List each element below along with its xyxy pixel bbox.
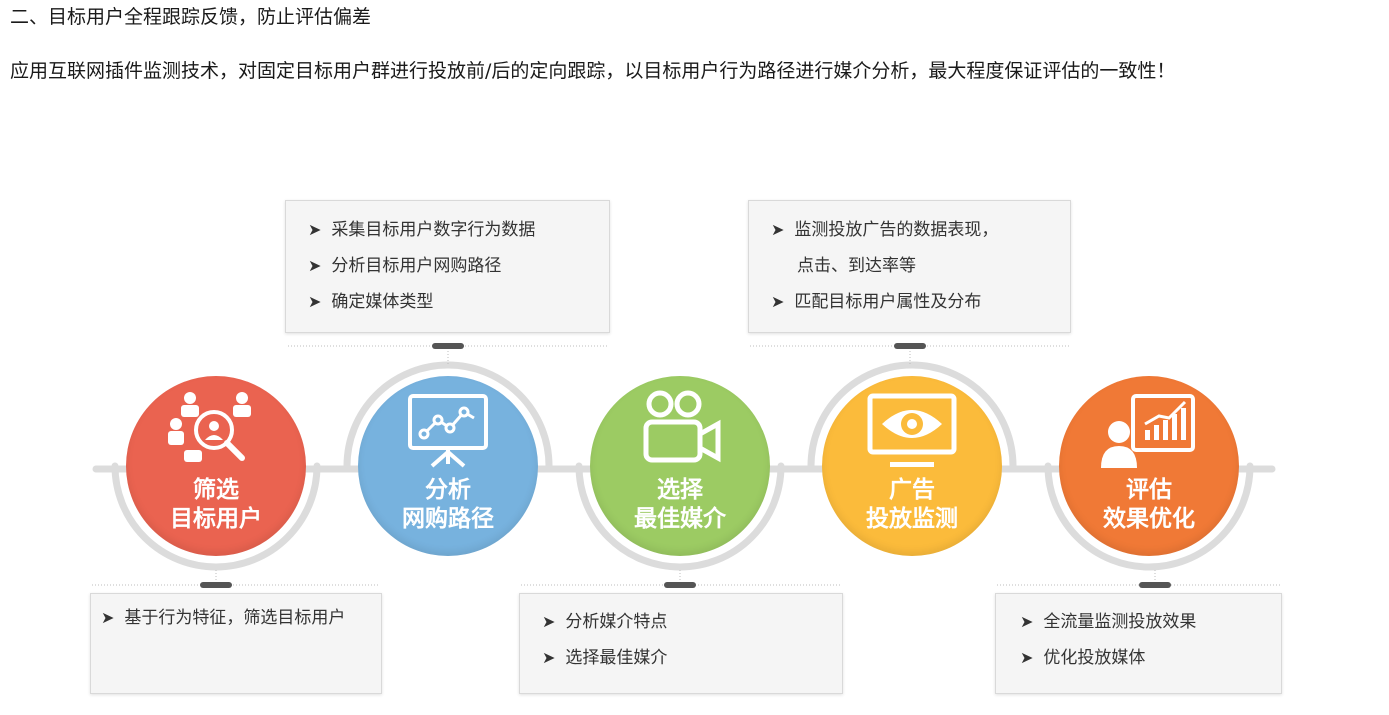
- arrow-icon: ➤: [542, 612, 556, 631]
- arrow-icon: ➤: [101, 608, 115, 627]
- info-box-filter-users: ➤ 基于行为特征，筛选目标用户: [90, 593, 382, 694]
- step-subtitle: 网购路径: [402, 505, 494, 532]
- list-item: ➤ 分析媒介特点: [542, 612, 668, 632]
- step-subtitle: 效果优化: [1103, 505, 1195, 532]
- step-subtitle: 目标用户: [170, 505, 262, 532]
- info-box-ad-monitoring: ➤ 监测投放广告的数据表现， 点击、到达率等 ➤ 匹配目标用户属性及分布: [748, 200, 1071, 333]
- step-subtitle: 投放监测: [866, 505, 958, 532]
- arrow-icon: ➤: [308, 220, 322, 239]
- list-item: ➤ 监测投放广告的数据表现，: [771, 220, 999, 240]
- step-analyze-path: 分析 网购路径: [358, 376, 538, 556]
- users-search-icon: [168, 392, 251, 462]
- person-bar-chart-icon: [1101, 394, 1195, 468]
- arrow-icon: ➤: [771, 220, 785, 239]
- step-evaluate-optimize: 评估 效果优化: [1059, 376, 1239, 556]
- list-item: ➤ 分析目标用户网购路径: [308, 256, 502, 276]
- step-title: 广告: [889, 476, 935, 503]
- list-item: ➤ 全流量监测投放效果: [1020, 612, 1197, 632]
- list-item: ➤ 选择最佳媒介: [542, 648, 668, 668]
- video-camera-icon: [643, 390, 721, 463]
- list-item: ➤ 基于行为特征，筛选目标用户: [101, 608, 346, 628]
- step-title: 评估: [1126, 476, 1172, 503]
- step-filter-users: 筛选 目标用户: [126, 376, 306, 556]
- list-item: ➤ 匹配目标用户属性及分布: [771, 292, 982, 312]
- arrow-icon: ➤: [308, 256, 322, 275]
- info-box-analyze-path: ➤ 采集目标用户数字行为数据 ➤ 分析目标用户网购路径 ➤ 确定媒体类型: [285, 200, 610, 333]
- arrow-icon: ➤: [542, 648, 556, 667]
- eye-monitor-icon: [867, 393, 957, 467]
- step-subtitle: 最佳媒介: [634, 505, 726, 532]
- step-title: 筛选: [193, 476, 239, 503]
- line-chart-board-icon: [408, 394, 488, 468]
- list-item-continuation: 点击、到达率等: [797, 256, 916, 276]
- list-item: ➤ 确定媒体类型: [308, 292, 434, 312]
- list-item: ➤ 采集目标用户数字行为数据: [308, 220, 536, 240]
- arrow-icon: ➤: [1020, 612, 1034, 631]
- arrow-icon: ➤: [1020, 648, 1034, 667]
- list-item: ➤ 优化投放媒体: [1020, 648, 1146, 668]
- arrow-icon: ➤: [308, 292, 322, 311]
- step-title: 选择: [657, 476, 703, 503]
- info-box-evaluate-optimize: ➤ 全流量监测投放效果 ➤ 优化投放媒体: [995, 593, 1282, 694]
- info-box-choose-media: ➤ 分析媒介特点 ➤ 选择最佳媒介: [519, 593, 843, 694]
- step-title: 分析: [425, 476, 471, 503]
- arrow-icon: ➤: [771, 292, 785, 311]
- step-choose-media: 选择 最佳媒介: [590, 376, 770, 556]
- step-ad-monitoring: 广告 投放监测: [822, 376, 1002, 556]
